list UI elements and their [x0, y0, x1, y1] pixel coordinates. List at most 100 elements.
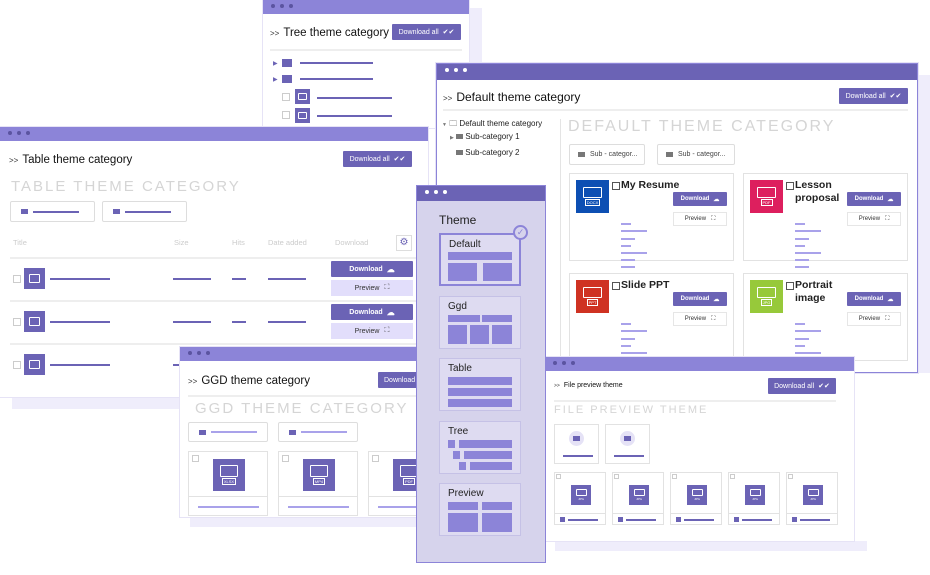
download-all-button[interactable]: Download all ✔✔ [839, 88, 908, 104]
preview-button[interactable]: Preview ⛶ [673, 212, 727, 226]
checkbox[interactable] [556, 474, 561, 479]
column-header-date-added[interactable]: Date added [268, 238, 307, 247]
download-button[interactable]: Download☁ [847, 192, 901, 206]
file-icon-docx: DOCX [576, 180, 609, 213]
download-button[interactable]: Download☁ [847, 292, 901, 306]
checkbox[interactable] [13, 275, 21, 283]
column-header-size[interactable]: Size [174, 238, 189, 247]
folder-card[interactable] [554, 424, 599, 464]
checkbox[interactable] [672, 474, 677, 479]
checkbox[interactable] [612, 182, 620, 190]
file-name-line [800, 519, 830, 521]
folder-icon [666, 152, 673, 157]
preview-button[interactable]: Preview ⛶ [847, 312, 901, 326]
subcategory-folder[interactable] [10, 201, 95, 222]
download-all-button[interactable]: Download all ✔✔ [343, 151, 412, 167]
checkbox[interactable] [192, 455, 199, 462]
file-title[interactable]: Portrait image [795, 279, 855, 305]
column-header-title[interactable]: Title [13, 238, 27, 247]
divider [189, 496, 267, 497]
file-card[interactable]: JPG Portrait image Download ☁ Preview ⛶ [743, 273, 908, 368]
preview-button[interactable]: Preview ⛶ [331, 323, 413, 339]
caret-right-icon[interactable]: ▶ [273, 76, 278, 83]
checkbox[interactable] [614, 474, 619, 479]
checkbox[interactable] [13, 361, 21, 369]
divider [554, 400, 836, 402]
checkbox[interactable] [282, 455, 289, 462]
preview-button[interactable]: Preview ⛶ [331, 280, 413, 296]
divider [443, 109, 908, 111]
checkbox[interactable] [786, 182, 794, 190]
file-card[interactable]: PDF Lesson proposal Download ☁ Preview ⛶ [743, 173, 908, 268]
shadow [470, 8, 482, 64]
folder-icon [289, 429, 296, 435]
category-heading: DEFAULT THEME CATEGORY [568, 118, 836, 135]
file-card[interactable]: JPG [554, 472, 606, 525]
checkbox[interactable] [282, 93, 290, 101]
file-card[interactable]: JPG [670, 472, 722, 525]
tree-item-sub-category-2[interactable]: Sub-category 2 [456, 148, 520, 157]
date-line [268, 278, 306, 280]
file-title[interactable]: Slide PPT [621, 279, 681, 292]
file-card[interactable]: DOCX My Resume Download ☁ Preview ⛶ [569, 173, 734, 268]
meta-line [808, 330, 813, 332]
download-button[interactable]: Download☁ [673, 192, 727, 206]
subcategory-folder[interactable]: Sub - categor... [657, 144, 735, 165]
file-icon-ppt: PPT [576, 280, 609, 313]
size-line [173, 278, 211, 280]
file-card[interactable]: XLSX [188, 451, 268, 516]
category-heading: TABLE THEME CATEGORY [11, 178, 241, 195]
shadow [12, 397, 182, 409]
preview-button[interactable]: Preview ⛶ [673, 312, 727, 326]
file-card[interactable]: PPT Slide PPT Download ☁ Preview ⛶ [569, 273, 734, 368]
download-button[interactable]: Download☁ [331, 261, 413, 277]
preview-button[interactable]: Preview ⛶ [847, 212, 901, 226]
file-card[interactable]: JPG [612, 472, 664, 525]
checkbox[interactable] [788, 474, 793, 479]
theme-selector-panel: Theme Default ✓ Ggd Table Tree Preview [416, 185, 546, 563]
subcategory-folder[interactable] [102, 201, 187, 222]
file-card[interactable]: JPG [728, 472, 780, 525]
theme-option-preview[interactable]: Preview [439, 483, 521, 536]
checkbox[interactable] [612, 282, 620, 290]
theme-option-tree[interactable]: Tree [439, 421, 521, 474]
checkbox[interactable] [372, 455, 379, 462]
column-header-hits[interactable]: Hits [232, 238, 245, 247]
caret-right-icon[interactable]: ▶ [273, 60, 278, 67]
checkbox[interactable] [13, 318, 21, 326]
gear-icon[interactable]: ⚙ [396, 235, 412, 251]
divider [560, 119, 561, 369]
file-card[interactable]: MP4 [278, 451, 358, 516]
checkbox[interactable] [730, 474, 735, 479]
folder-card[interactable] [605, 424, 650, 464]
subcategory-folder[interactable] [188, 422, 268, 442]
preview-label: Preview [858, 316, 881, 322]
hits-line [232, 321, 246, 323]
window-title: >> File preview theme [554, 382, 623, 389]
checkbox[interactable] [786, 282, 794, 290]
file-title[interactable]: Lesson proposal [795, 179, 855, 205]
meta-line [621, 338, 635, 340]
meta-line [795, 245, 805, 247]
tree-item-sub-category-1[interactable]: ▶ Sub-category 1 [450, 132, 520, 141]
download-all-button[interactable]: Download all ✔✔ [392, 24, 461, 40]
category-heading: FILE PREVIEW THEME [554, 404, 709, 416]
file-title[interactable]: My Resume [621, 179, 681, 192]
file-type-badge [734, 517, 739, 522]
theme-option-table[interactable]: Table [439, 358, 521, 411]
file-icon-jpg: JPG [745, 485, 765, 505]
checkbox[interactable] [282, 111, 290, 119]
column-header-download[interactable]: Download [335, 238, 368, 247]
file-type-label: JPG [810, 497, 816, 501]
download-button[interactable]: Download☁ [673, 292, 727, 306]
file-name-line [288, 506, 349, 508]
theme-option-ggd[interactable]: Ggd [439, 296, 521, 349]
meta-line [795, 252, 821, 254]
subcategory-folder[interactable]: Sub - categor... [569, 144, 645, 165]
download-button[interactable]: Download☁ [331, 304, 413, 320]
subcategory-folder[interactable] [278, 422, 358, 442]
tree-root[interactable]: ▼ 🗀 Default theme category [442, 118, 542, 132]
theme-option-default[interactable]: Default ✓ [439, 225, 528, 286]
file-card[interactable]: JPG [786, 472, 838, 525]
download-all-button[interactable]: Download all ✔✔ [768, 378, 836, 394]
